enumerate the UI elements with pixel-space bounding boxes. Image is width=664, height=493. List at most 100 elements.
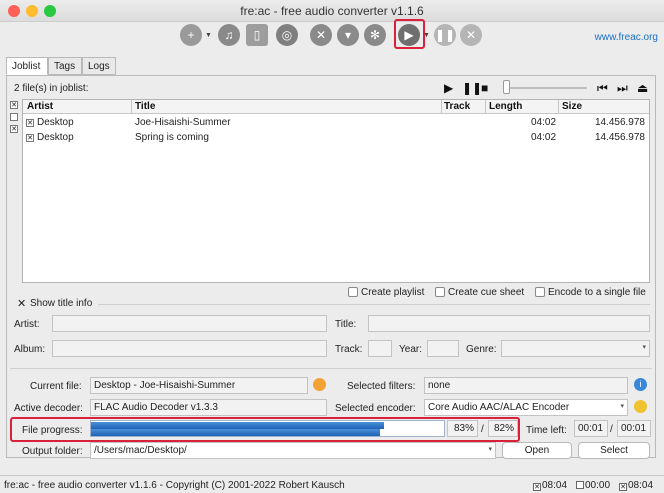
status-text: fre:ac - free audio converter v1.1.6 - C… [4,480,345,491]
selected-filters-field: none [424,377,628,394]
select-all-checkbox[interactable]: ✕ [10,101,18,109]
artist-label: Artist: [14,319,40,330]
output-folder-label: Output folder: [22,446,83,457]
seek-slider-thumb[interactable] [503,80,510,94]
create-cue-sheet-label[interactable]: Create cue sheet [448,287,524,298]
title-bar: fre:ac - free audio converter v1.1.6 [0,0,664,22]
table-row[interactable]: ✕ Desktop Spring is coming 04:02 14.456.… [23,131,649,145]
divider [98,304,650,305]
toggle-selection-checkbox[interactable]: ✕ [10,125,18,133]
row-artist: Desktop [37,132,74,143]
filter-icon[interactable]: ▾ [337,24,359,46]
current-file-label: Current file: [30,381,82,392]
show-title-info-checkbox[interactable]: ✕ [17,297,26,310]
create-playlist-label[interactable]: Create playlist [361,287,424,298]
row-size: 14.456.978 [594,117,645,128]
selected-duration: ✕ 08:04 [533,480,568,491]
selected-filters-label: Selected filters: [347,381,416,392]
track-label: Track: [335,344,363,355]
create-playlist-checkbox[interactable] [348,287,358,297]
add-files-icon[interactable]: + [180,24,202,46]
table-row[interactable]: ✕ Desktop Joe-Hisaishi-Summer 04:02 14.4… [23,116,649,130]
chevron-down-icon: ▾ [642,344,646,351]
cddb-query-icon[interactable]: ◎ [276,24,298,46]
encoder-settings-icon[interactable] [634,400,647,413]
website-link[interactable]: www.freac.org [595,32,658,43]
row-artist: Desktop [37,117,74,128]
encode-single-file-checkbox[interactable] [535,287,545,297]
window-title: fre:ac - free audio converter v1.1.6 [240,4,424,18]
track-input[interactable] [368,340,392,357]
current-file-field: Desktop - Joe-Hisaishi-Summer [90,377,308,394]
time-total-field: 00:01 [617,420,651,437]
row-length: 04:02 [531,132,557,143]
column-length[interactable]: Length [489,101,522,112]
title-label: Title: [335,319,357,330]
joblist-table[interactable]: Artist Title Track Length Size ✕ Desktop… [22,99,650,283]
tab-joblist[interactable]: Joblist [6,57,48,75]
year-input[interactable] [427,340,459,357]
column-track[interactable]: Track [444,101,470,112]
output-folder-select[interactable]: /Users/mac/Desktop/ ▾ [90,442,496,459]
select-none-checkbox[interactable] [10,113,18,121]
edit-folder-icon[interactable] [313,378,326,391]
joblist-count: 2 file(s) in joblist: [14,83,89,94]
info-icon[interactable]: i [634,378,647,391]
year-label: Year: [399,344,422,355]
divider [10,368,652,369]
play-icon[interactable]: ▶ [444,81,453,95]
progress-highlight [10,417,520,442]
row-title: Joe-Hisaishi-Summer [135,117,231,128]
chevron-down-icon: ▾ [620,403,624,410]
encoder-select[interactable]: Core Audio AAC/ALAC Encoder ▾ [424,399,628,416]
row-title: Spring is coming [135,132,209,143]
row-length: 04:02 [531,117,557,128]
encode-single-file-label[interactable]: Encode to a single file [548,287,646,298]
toolbar: + ▼ ♫ ▯ ◎ ✕ ▾ ✻ ▶ ▼ ❚❚ ✕ www.freac.org [0,22,664,52]
seek-slider[interactable] [503,87,587,89]
genre-select[interactable]: ▾ [501,340,650,357]
joblist-header: Artist Title Track Length Size [23,100,649,114]
active-decoder-field: FLAC Audio Decoder v1.3.3 [90,399,327,416]
add-audio-cd-icon[interactable]: ♫ [218,24,240,46]
next-track-icon[interactable]: ⏭ [617,81,628,96]
genre-label: Genre: [466,344,497,355]
stop-encoding-icon[interactable]: ✕ [460,24,482,46]
pause-encoding-icon[interactable]: ❚❚ [434,24,456,46]
tab-tags[interactable]: Tags [48,57,82,75]
settings-gear-icon[interactable]: ✻ [364,24,386,46]
output-folder-value: /Users/mac/Desktop/ [94,445,187,456]
open-button[interactable]: Open [502,442,572,459]
column-title[interactable]: Title [135,101,155,112]
eject-icon[interactable]: ⏏ [637,81,648,95]
create-cue-sheet-checkbox[interactable] [435,287,445,297]
pause-icon[interactable]: ❚❚ [462,81,482,95]
time-left-field: 00:01 [574,420,608,437]
time-separator: / [610,424,613,435]
artist-input[interactable] [52,315,327,332]
stop-icon[interactable]: ■ [481,81,488,95]
tab-logs[interactable]: Logs [82,57,116,75]
encoder-value: Core Audio AAC/ALAC Encoder [428,402,570,413]
album-input[interactable] [52,340,327,357]
total-duration: ✕ 08:04 [619,480,654,491]
time-left-label: Time left: [526,425,567,436]
start-button-highlight [394,19,425,49]
active-decoder-label: Active decoder: [14,403,83,414]
previous-track-icon[interactable]: ⏮ [597,81,608,96]
remove-file-icon[interactable]: ▯ [246,24,268,46]
config-tools-icon[interactable]: ✕ [310,24,332,46]
selected-encoder-label: Selected encoder: [335,403,416,414]
show-title-info-label[interactable]: Show title info [30,298,92,309]
row-size: 14.456.978 [594,132,645,143]
title-input[interactable] [368,315,650,332]
select-button[interactable]: Select [578,442,650,459]
chevron-down-icon: ▾ [488,446,492,453]
album-label: Album: [14,344,46,355]
unselected-duration: 00:00 [576,480,610,491]
row-checkbox[interactable]: ✕ [26,134,34,142]
column-artist[interactable]: Artist [27,101,53,112]
column-size[interactable]: Size [562,101,582,112]
chevron-down-icon[interactable]: ▼ [205,32,212,39]
row-checkbox[interactable]: ✕ [26,119,34,127]
